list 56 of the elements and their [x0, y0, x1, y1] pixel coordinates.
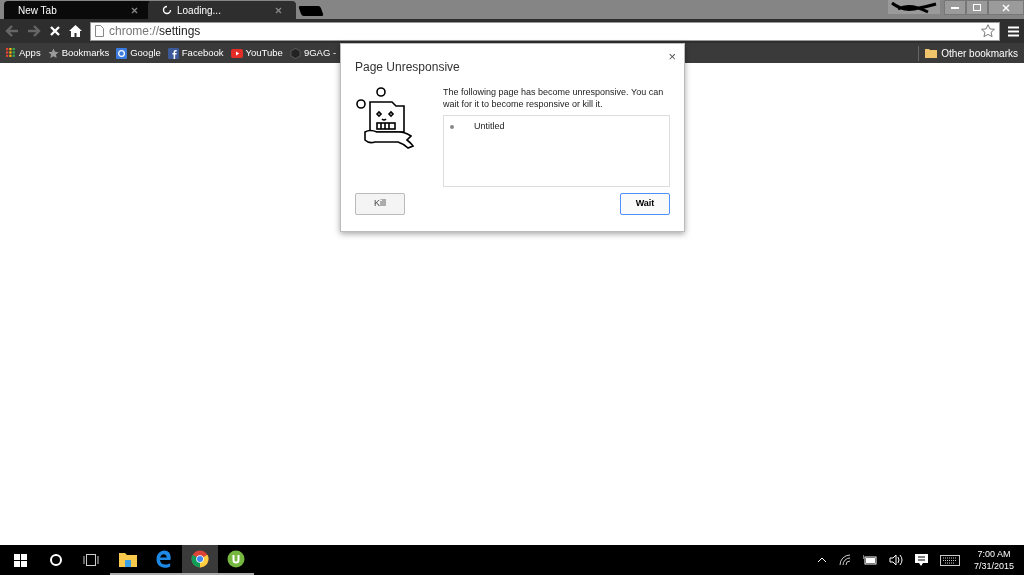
profile-scribble-icon	[888, 0, 940, 14]
bookmark-link[interactable]: Google	[116, 45, 161, 61]
utorrent-logo-icon	[227, 550, 245, 568]
menu-icon[interactable]	[1008, 25, 1019, 37]
minimize-button[interactable]	[944, 0, 966, 15]
clock[interactable]: 7:00 AM 7/31/2015	[971, 548, 1016, 572]
notification-icon[interactable]	[914, 553, 928, 567]
bookmark-link[interactable]: Apps	[6, 45, 41, 61]
taskbar-app[interactable]	[182, 545, 218, 575]
close-window-button[interactable]	[988, 0, 1024, 15]
home-icon[interactable]	[69, 25, 82, 37]
url-text: chrome://settings	[109, 23, 202, 40]
bookmark-link[interactable]: Facebook	[167, 45, 224, 61]
task-view-icon	[83, 554, 99, 566]
chrome-logo-icon	[191, 550, 209, 568]
folder-icon	[119, 551, 137, 567]
dialog-message: The following page has become unresponsive. You can wait for it to become responsive or kill it.	[443, 86, 665, 110]
tab-close-icon[interactable]	[131, 6, 138, 14]
speaker-icon[interactable]	[888, 554, 903, 566]
dialog-button[interactable]: Kill	[355, 193, 405, 215]
dialog-button[interactable]: Wait	[620, 193, 670, 215]
tab-title: Loading...	[177, 3, 222, 18]
back-arrow-icon[interactable]	[5, 25, 19, 37]
forward-arrow-icon[interactable]	[27, 25, 41, 37]
tab-title: New Tab	[18, 3, 58, 18]
hexagon-icon	[289, 47, 301, 59]
folder-icon	[925, 48, 938, 58]
tab-close-icon[interactable]	[275, 6, 282, 14]
address-bar[interactable]: chrome://settings	[90, 21, 1000, 41]
page-icon	[95, 25, 104, 37]
wifi-icon[interactable]	[838, 554, 851, 566]
battery-icon[interactable]	[862, 555, 877, 565]
facebook-icon	[167, 47, 179, 59]
new-tab-button[interactable]	[298, 6, 324, 16]
bookmark-link[interactable]: Bookmarks	[47, 45, 110, 61]
clock-date: 7/31/2015	[973, 560, 1014, 572]
google-icon	[116, 47, 128, 59]
restore-button[interactable]	[966, 0, 988, 15]
windows-logo-icon	[13, 553, 27, 567]
stop-icon[interactable]	[49, 25, 61, 37]
close-icon	[1002, 3, 1010, 12]
star-icon	[47, 47, 59, 59]
youtube-icon	[230, 48, 243, 58]
close-button[interactable]: ×	[668, 50, 676, 63]
page-list-item[interactable]: Untitled	[450, 120, 663, 134]
clock-time: 7:00 AM	[977, 548, 1011, 560]
dialog-title: Page Unresponsive	[355, 59, 460, 76]
bookmark-link[interactable]: YouTube	[230, 45, 283, 61]
bookmark-star-icon[interactable]	[981, 24, 995, 38]
bookmark-link[interactable]: 9GAG -	[289, 45, 337, 61]
bookmark-folder[interactable]: Other bookmarks	[918, 45, 1018, 61]
keyboard-icon[interactable]	[939, 554, 960, 566]
e-logo-icon	[155, 550, 173, 568]
browser-tab[interactable]: Loading...	[148, 1, 296, 19]
chevron-up-icon[interactable]	[816, 557, 827, 563]
apps-grid-icon	[6, 48, 16, 58]
